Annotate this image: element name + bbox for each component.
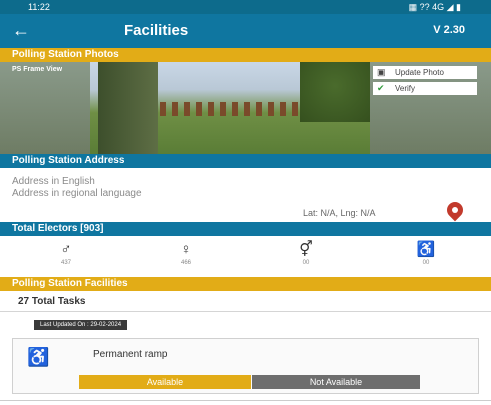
divider [0,311,491,312]
wheelchair-icon: ♿ [416,241,436,258]
arrow-left-icon[interactable]: ← [12,20,30,41]
elector-count: 466 [180,260,191,266]
lat-lng-readout: Lat: N/A, Lng: N/A [303,208,376,218]
male-icon: ♂ [60,241,72,258]
electors-section-header: Total Electors [903] [0,222,491,236]
photos-section-header: Polling Station Photos [0,48,491,62]
third-gender-icon: ⚥ [299,241,313,258]
photo-caption: PS Frame View [12,66,63,73]
elector-female: ♀ 466 [166,241,206,267]
address-english: Address in English [12,176,95,187]
check-icon: ✔ [377,83,385,93]
female-icon: ♀ [180,241,192,258]
electors-row: ♂ 437 ♀ 466 ⚥ 00 ♿ 00 [0,241,491,271]
tree-shape [300,62,370,122]
bottom-divider [0,400,491,401]
page-title: Facilities [124,22,189,39]
app-version: V 2.30 [433,24,465,36]
facility-card: ♿ Permanent ramp Available Not Available [12,338,479,394]
verify-button[interactable]: ✔ Verify [373,82,477,95]
polling-station-photo: PS Frame View ▣ Update Photo ✔ Verify [0,62,491,154]
tree-shape [98,62,158,154]
last-updated-badge: Last Updated On : 29-02-2024 [34,320,128,330]
status-bar: 11:22 ▦ ?? 4G ◢ ▮ [0,0,491,14]
verify-label: Verify [395,84,416,93]
facilities-section-header: Polling Station Facilities [0,277,491,291]
photo-image[interactable] [90,62,370,154]
camera-icon: ▣ [377,67,386,77]
facility-title: Permanent ramp [93,349,168,360]
elector-male: ♂ 437 [46,241,86,267]
app-bar: ← Facilities V 2.30 [0,14,491,48]
elector-third-gender: ⚥ 00 [286,241,326,267]
total-tasks: 27 Total Tasks [18,296,86,307]
fence-shape [160,102,300,116]
elector-count: 437 [60,260,71,266]
address-block: Address in English Address in regional l… [12,176,142,200]
elector-pwd: ♿ 00 [406,241,446,267]
status-indicators: ▦ ?? 4G ◢ ▮ [408,2,461,12]
elector-count: 00 [302,260,310,266]
update-photo-button[interactable]: ▣ Update Photo [373,66,477,79]
status-time: 11:22 [28,2,50,12]
address-section-header: Polling Station Address [0,154,491,168]
elector-count: 00 [422,260,430,266]
map-pin-icon[interactable] [443,198,467,222]
not-available-button[interactable]: Not Available [252,375,420,389]
available-button[interactable]: Available [79,375,251,389]
address-regional: Address in regional language [12,188,142,199]
ramp-icon: ♿ [27,347,50,367]
update-photo-label: Update Photo [395,68,444,77]
